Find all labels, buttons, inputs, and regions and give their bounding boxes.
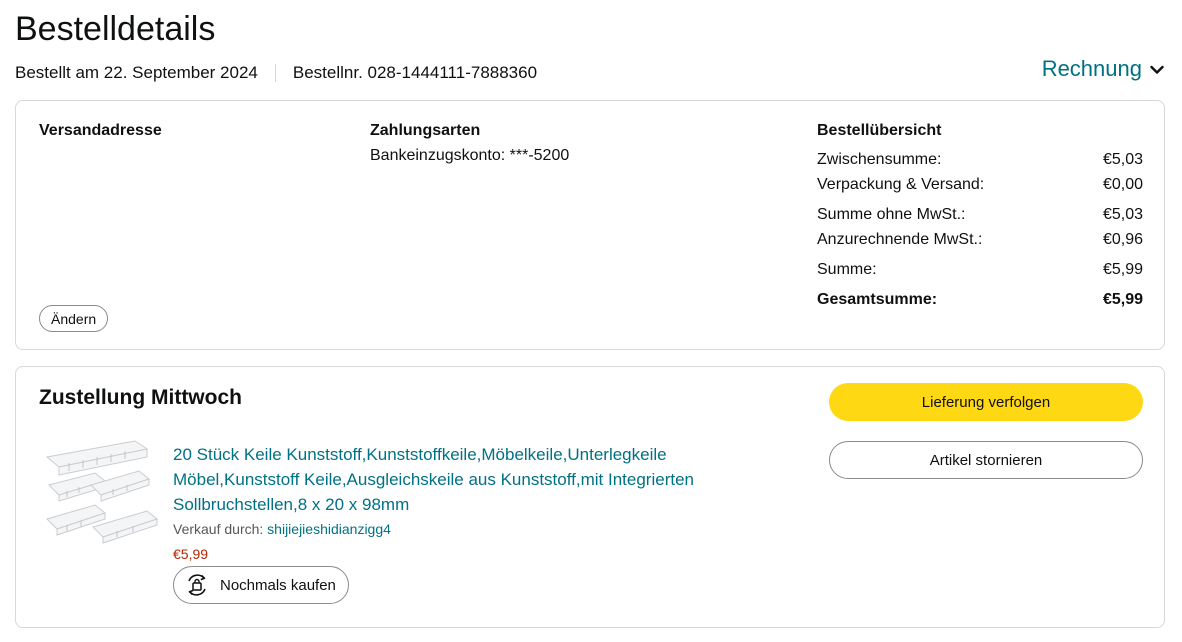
shipping-address-heading: Versandadresse	[39, 122, 162, 139]
summary-value: €0,96	[1102, 231, 1143, 248]
product-image[interactable]	[43, 439, 161, 555]
summary-value: €5,03	[1102, 206, 1143, 223]
summary-row-net: Summe ohne MwSt.: €5,03	[817, 206, 1143, 224]
payment-heading: Zahlungsarten	[370, 122, 481, 139]
summary-row-total: Gesamtsumme: €5,99	[817, 291, 1143, 309]
page-title: Bestelldetails	[15, 10, 216, 48]
summary-row-subtotal: Zwischensumme: €5,03	[817, 151, 1143, 169]
seller-info: Verkauf durch: shijiejieshidianzigg4	[173, 521, 391, 537]
meta-divider	[274, 64, 276, 82]
chevron-down-icon	[1150, 65, 1164, 74]
summary-label: Anzurechnende MwSt.:	[817, 231, 983, 248]
cancel-item-button[interactable]: Artikel stornieren	[829, 441, 1143, 479]
summary-label: Summe:	[817, 261, 877, 278]
delivery-card: Zustellung Mittwoch Lieferung verfolgen …	[15, 366, 1165, 628]
invoice-dropdown[interactable]: Rechnung	[1042, 56, 1164, 82]
payment-method: Bankeinzugskonto: ***-5200	[370, 147, 570, 164]
buy-again-icon	[188, 574, 206, 596]
order-number: Bestellnr. 028-1444111-7888360	[292, 63, 538, 82]
item-price: €5,99	[173, 546, 209, 562]
change-address-button[interactable]: Ändern	[39, 305, 109, 332]
summary-value: €0,00	[1102, 176, 1143, 193]
seller-label: Verkauf durch:	[173, 521, 268, 537]
summary-heading: Bestellübersicht	[817, 122, 942, 139]
order-info-card: Versandadresse Ändern Zahlungsarten Bank…	[15, 100, 1165, 350]
seller-link[interactable]: shijiejieshidianzigg4	[267, 521, 391, 537]
summary-label: Verpackung & Versand:	[817, 176, 985, 193]
delivery-heading: Zustellung Mittwoch	[39, 386, 242, 409]
order-meta: Bestellt am 22. September 2024 Bestellnr…	[15, 63, 537, 83]
summary-value: €5,99	[1102, 291, 1143, 308]
summary-row-shipping: Verpackung & Versand: €0,00	[817, 176, 1143, 194]
buy-again-label: Nochmals kaufen	[220, 576, 336, 594]
summary-row-vat: Anzurechnende MwSt.: €0,96	[817, 231, 1143, 249]
invoice-label: Rechnung	[1041, 56, 1142, 81]
summary-value: €5,99	[1102, 261, 1143, 278]
summary-row-sum: Summe: €5,99	[817, 261, 1143, 279]
product-title-link[interactable]: 20 Stück Keile Kunststoff,Kunststoffkeil…	[173, 442, 763, 517]
summary-label: Gesamtsumme:	[817, 291, 938, 308]
summary-label: Summe ohne MwSt.:	[817, 206, 966, 223]
order-date: Bestellt am 22. September 2024	[15, 63, 258, 82]
track-delivery-button[interactable]: Lieferung verfolgen	[829, 383, 1143, 421]
summary-value: €5,03	[1102, 151, 1143, 168]
buy-again-button[interactable]: Nochmals kaufen	[173, 566, 349, 604]
summary-label: Zwischensumme:	[817, 151, 942, 168]
